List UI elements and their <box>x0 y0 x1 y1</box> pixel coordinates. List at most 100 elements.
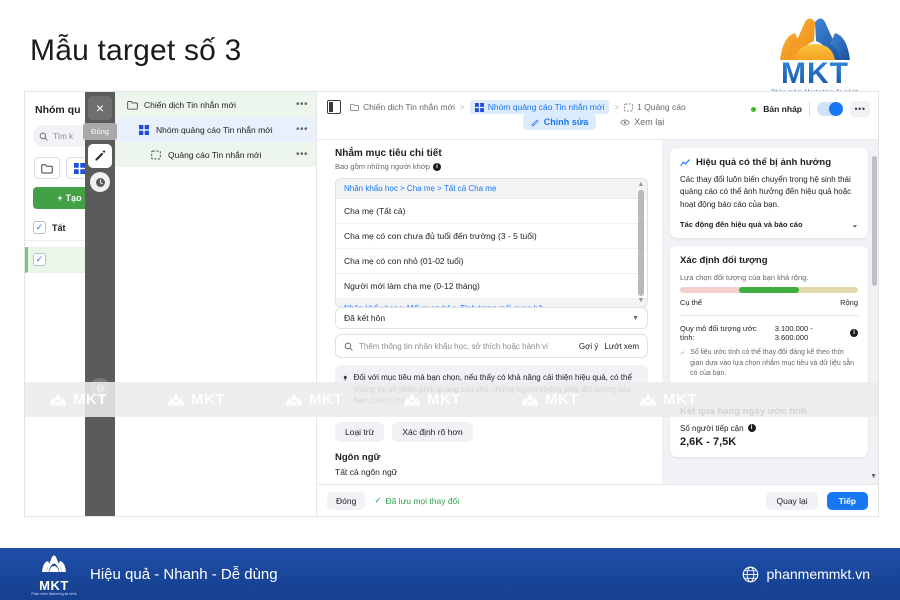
audience-size-row: Quy mô đối tượng ước tính: 3.100.000 - 3… <box>680 324 858 342</box>
targeting-scrollbar[interactable]: ▲ ▼ <box>637 181 645 305</box>
close-button[interactable]: Đóng <box>327 491 366 510</box>
mkt-mountain-icon <box>42 555 66 572</box>
audience-size-value: 3.100.000 - 3.600.000 <box>774 324 813 343</box>
footer-slogan: Hiệu quả - Nhanh - Dễ dùng <box>90 565 278 583</box>
meter-label-broad: Rộng <box>840 298 858 308</box>
back-icon[interactable] <box>90 378 110 398</box>
audience-disclaimer-row: Số liệu ước tính có thể thay đổi đáng kể… <box>680 348 858 380</box>
chevron-down-icon: ▼ <box>632 314 639 322</box>
side-panel-toggle-icon[interactable] <box>327 100 341 114</box>
ad-icon <box>624 103 633 111</box>
tree-item-ad[interactable]: Quảng cáo Tin nhắn mới ••• <box>115 142 316 167</box>
performance-expand-row[interactable]: Tác động đến hiệu quả và báo cáo ⌄ <box>680 220 858 229</box>
info-icon[interactable]: i <box>850 329 858 338</box>
performance-title-text: Hiệu quả có thể bị ảnh hưởng <box>696 157 832 168</box>
sidebar-scrollbar[interactable] <box>872 146 877 478</box>
targeting-search-input[interactable]: Thêm thông tin nhân khẩu học, sở thích h… <box>335 334 648 358</box>
targeting-item[interactable]: Cha mẹ có con chưa đủ tuổi đến trường (3… <box>336 224 647 249</box>
row-checkbox[interactable]: ✓ <box>33 253 46 266</box>
page-footer: MKT Phần mềm Marketing đa kênh Hiệu quả … <box>0 548 900 600</box>
exclude-button[interactable]: Loại trừ <box>335 421 385 442</box>
tree-item-menu[interactable]: ••• <box>296 149 308 160</box>
pencil-glyph <box>95 150 106 161</box>
performance-card: Hiệu quả có thể bị ảnh hưởng Các thay đổ… <box>670 148 868 239</box>
scroll-thumb[interactable] <box>638 190 644 296</box>
breadcrumb-adset[interactable]: Nhóm quảng cáo Tin nhắn mới <box>469 100 610 114</box>
section-title: Nhắm mục tiêu chi tiết <box>335 148 442 159</box>
targeting-actions: Loại trừ Xác định rõ hơn <box>335 421 648 442</box>
relationship-select[interactable]: Đã kết hôn ▼ <box>335 307 648 329</box>
meter-label-specific: Cụ thể <box>680 298 703 308</box>
page-title: Mẫu target số 3 <box>30 34 242 67</box>
tab-review[interactable]: Xem lại <box>612 114 672 130</box>
browse-button[interactable]: Lướt xem <box>604 342 639 351</box>
grid-icon <box>73 162 85 174</box>
targeting-item[interactable]: Cha mẹ có con nhỏ (01-02 tuổi) <box>336 249 647 274</box>
tree-item-menu[interactable]: ••• <box>296 99 308 110</box>
list-item-label: Tất <box>52 222 66 233</box>
targeting-category: Nhân khẩu học > Mối quan hệ > Tình trạng… <box>336 299 647 307</box>
reach-label-row: Số người tiếp cận i <box>680 424 858 433</box>
footer-website[interactable]: phanmemmkt.vn <box>742 566 870 583</box>
check-icon: ✓ <box>374 495 382 505</box>
performance-expand-label: Tác động đến hiệu quả và báo cáo <box>680 220 803 230</box>
grid-icon <box>474 102 484 112</box>
scroll-up-icon[interactable]: ▲ <box>637 181 645 189</box>
tree-item-menu[interactable]: ••• <box>296 124 308 135</box>
language-title: Ngôn ngữ <box>335 451 381 463</box>
trend-up-icon <box>680 158 691 166</box>
brand-logo: MKT Phần mềm Marketing đa kênh <box>750 8 880 96</box>
language-value: Tất cả ngôn ngữ <box>335 466 398 477</box>
breadcrumb-ad[interactable]: 1 Quảng cáo <box>624 102 686 112</box>
divider <box>680 315 858 317</box>
clock-icon[interactable] <box>90 172 110 192</box>
saved-status: ✓ Đã lưu mọi thay đổi <box>374 495 459 506</box>
tab-edit[interactable]: Chỉnh sửa <box>522 114 597 130</box>
globe-icon <box>742 566 758 582</box>
scroll-thumb[interactable] <box>872 156 877 286</box>
breadcrumb-label: Nhóm quảng cáo Tin nhắn mới <box>487 102 605 112</box>
tree-item-label: Quảng cáo Tin nhắn mới <box>168 149 262 160</box>
targeting-list[interactable]: Nhân khẩu học > Cha mẹ > Tất cả Cha mẹ C… <box>335 178 648 308</box>
folder-icon <box>41 163 53 173</box>
learn-more-link[interactable]: Learn more. <box>371 396 414 405</box>
back-glyph <box>96 384 104 392</box>
back-button[interactable]: Quay lại <box>766 491 818 510</box>
editor-footer: Đóng ✓ Đã lưu mọi thay đổi Quay lại Tiếp <box>317 484 878 516</box>
trend-up-icon <box>680 351 685 355</box>
targeting-item[interactable]: Người mới làm cha mẹ (0-12 tháng) <box>336 274 647 299</box>
targeting-item[interactable]: Cha mẹ (Tất cả) <box>336 199 647 224</box>
audience-size-label: Quy mô đối tượng ước tính: <box>680 324 757 343</box>
search-icon <box>39 132 48 141</box>
eye-icon <box>620 119 631 125</box>
editor-panel: Chiến dịch Tin nhắn mới > Nhóm quảng cáo… <box>317 92 878 516</box>
grid-icon <box>139 124 151 135</box>
info-icon[interactable]: i <box>432 162 441 171</box>
info-icon[interactable]: i <box>747 424 756 433</box>
close-tooltip: Đóng <box>83 123 117 140</box>
folder-icon <box>350 103 359 111</box>
tree-item-adset[interactable]: Nhóm quảng cáo Tin nhắn mới ••• <box>115 117 316 142</box>
results-card-title: Kết quả hàng ngày ước tính <box>680 405 807 417</box>
audience-meter-labels: Cụ thể Rộng <box>680 298 858 307</box>
suggestion-button[interactable]: Gợi ý <box>579 342 598 351</box>
footer-logo: MKT Phần mềm Marketing đa kênh <box>30 552 78 596</box>
targeting-search-placeholder: Thêm thông tin nhân khẩu học, sở thích h… <box>359 341 548 351</box>
next-button[interactable]: Tiếp <box>826 491 868 510</box>
chevron-down-icon: ⌄ <box>851 220 858 230</box>
footer-logo-tagline: Phần mềm Marketing đa kênh <box>31 592 77 596</box>
editor-tabs: Chỉnh sửa Xem lại <box>317 114 878 130</box>
tree-item-campaign[interactable]: Chiến dịch Tin nhắn mới ••• <box>115 92 316 117</box>
section-subtitle: Bao gồm những người khớp i <box>335 162 648 171</box>
scroll-down-icon[interactable]: ▼ <box>637 297 645 305</box>
row-checkbox[interactable]: ✓ <box>33 221 46 234</box>
narrow-button[interactable]: Xác định rõ hơn <box>392 421 473 442</box>
close-icon[interactable]: × <box>88 96 112 120</box>
scroll-down-icon[interactable]: ▼ <box>870 473 877 480</box>
pencil-icon[interactable] <box>88 144 112 168</box>
breadcrumb-separator: > <box>614 102 620 112</box>
estimate-sidebar: Hiệu quả có thể bị ảnh hưởng Các thay đổ… <box>662 140 878 484</box>
tab-campaigns[interactable] <box>34 157 60 179</box>
results-card: Kết quả hàng ngày ước tính Số người tiếp… <box>670 396 868 457</box>
breadcrumb-campaign[interactable]: Chiến dịch Tin nhắn mới <box>350 102 455 112</box>
